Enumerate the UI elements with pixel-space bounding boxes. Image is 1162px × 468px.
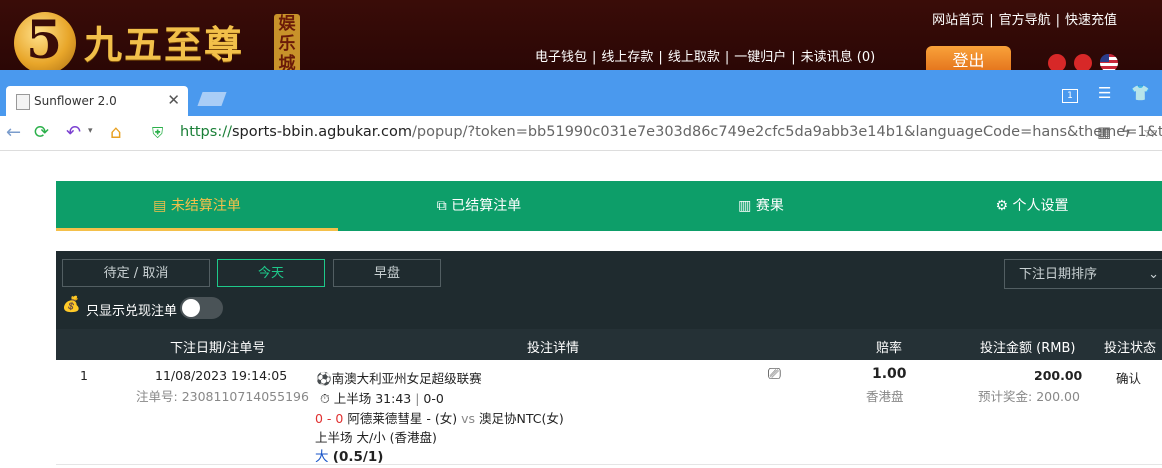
row-index: 1 — [80, 368, 88, 383]
brand-tag: 娱乐城 — [274, 14, 300, 70]
menu-icon[interactable]: ☰ — [1098, 84, 1111, 102]
live-stream-icon[interactable]: ⎚ — [768, 364, 781, 384]
hk-flag-icon[interactable] — [1048, 54, 1066, 70]
window-count-icon[interactable]: 1 — [1062, 84, 1078, 103]
brand-logo-icon: 5 — [14, 10, 76, 70]
link-wallet[interactable]: 电子钱包 — [535, 50, 587, 65]
table-row[interactable]: 1 11/08/2023 19:14:05 注单号: 2308110714055… — [56, 360, 1162, 465]
link-deposit[interactable]: 线上存款 — [601, 50, 653, 65]
qr-code-icon[interactable]: ▦ — [1097, 123, 1111, 141]
site-header: 5 九五至尊 娱乐城 网站首页 | 官方导航 | 快速充值 电子钱包 | 线上存款 | 线上取款… — [0, 0, 1162, 70]
match-clock: ⏱ 上半场 31:43 | 0-0 — [320, 391, 444, 406]
table-header: 下注日期/注单号 投注详情 赔率 投注金额 (RMB) 投注状态 — [56, 329, 1162, 360]
tab-results[interactable]: ▥ 赛果 — [620, 181, 902, 231]
bet-selection: 大 (0.5/1) — [315, 449, 384, 465]
col-status: 投注状态 — [1104, 341, 1157, 356]
bet-number: 注单号: 2308110714055196 — [136, 389, 309, 404]
link-official-nav[interactable]: 官方导航 — [999, 13, 1051, 28]
brand-name: 九五至尊 — [84, 22, 245, 67]
odds-value: 1.00 — [872, 366, 907, 382]
market-name: 上半场 大/小 (香港盘) — [315, 430, 437, 445]
chevron-down-icon: ⌄ — [1148, 267, 1159, 282]
home-icon[interactable]: ⌂ — [110, 122, 121, 143]
sort-select[interactable]: 下注日期排序 ⌄ — [1004, 259, 1162, 289]
lightning-icon[interactable]: ϟ — [1121, 123, 1131, 141]
us-flag-icon[interactable] — [1100, 54, 1118, 70]
bet-amount: 200.00 — [1034, 368, 1083, 383]
tab-unsettled[interactable]: ▤ 未结算注单 — [56, 181, 338, 231]
link-quick-deposit[interactable]: 快速充值 — [1065, 13, 1117, 28]
star-icon[interactable]: ☆ — [1143, 123, 1156, 141]
logout-button[interactable]: 登出 — [926, 46, 1011, 70]
col-amount: 投注金额 (RMB) — [980, 341, 1076, 356]
soccer-ball-icon: ⚽ — [316, 371, 332, 386]
main-nav: ▤ 未结算注单 ⧉ 已结算注单 ▥ 赛果 ⚙ 个人设置 — [56, 181, 1162, 231]
sort-label: 下注日期排序 — [1019, 267, 1098, 282]
back-icon[interactable]: ← — [6, 122, 21, 143]
match-teams: 0 - 0 阿德莱德彗星 - (女) vs 澳足协NTC(女) — [315, 411, 564, 426]
new-tab-button[interactable] — [197, 92, 227, 106]
tab-settled[interactable]: ⧉ 已结算注单 — [338, 181, 620, 231]
address-bar: ← ⟳ ↶ ▾ ⌂ ⛨ https://sports-bbin.agbukar.… — [0, 116, 1162, 151]
money-bag-icon: 💰 — [62, 295, 81, 313]
copy-icon: ⧉ — [436, 198, 447, 214]
cashout-toggle-label: 只显示兑现注单 — [86, 304, 178, 319]
filter-toolbar: 待定 / 取消 今天 早盘 下注日期排序 ⌄ 💰 只显示兑现注单 — [56, 251, 1162, 340]
bet-status: 确认 — [1116, 371, 1142, 386]
toggle-knob — [182, 299, 200, 317]
estimated-payout: 预计奖金: 200.00 — [978, 389, 1080, 404]
account-links: 电子钱包 | 线上存款 | 线上取款 | 一键归户 | 未读讯息 (0) — [535, 50, 876, 65]
gear-icon: ⚙ — [995, 198, 1009, 214]
bet-record-page: ▤ 未结算注单 ⧉ 已结算注单 ▥ 赛果 ⚙ 个人设置 待定 / 取消 今天 早… — [0, 151, 1162, 468]
undo-icon[interactable]: ↶ — [66, 122, 81, 143]
browser-tab-strip: Sunflower 2.0 ✕ 1 ☰ 👕 — [0, 70, 1162, 116]
tab-settings[interactable]: ⚙ 个人设置 — [902, 181, 1162, 231]
close-icon[interactable]: ✕ — [167, 91, 180, 109]
stopwatch-icon: ⏱ — [320, 391, 330, 406]
tab-title: Sunflower 2.0 — [34, 94, 117, 108]
url-field[interactable]: https://sports-bbin.agbukar.com/popup/?t… — [180, 124, 1162, 140]
secure-shield-icon[interactable]: ⛨ — [152, 124, 163, 142]
filter-pending-button[interactable]: 待定 / 取消 — [62, 259, 210, 287]
link-messages[interactable]: 未读讯息 (0) — [801, 50, 876, 65]
bet-date: 11/08/2023 19:14:05 — [155, 368, 288, 383]
filter-early-button[interactable]: 早盘 — [333, 259, 441, 287]
reload-icon[interactable]: ⟳ — [34, 122, 49, 143]
filter-today-button[interactable]: 今天 — [217, 259, 325, 287]
top-links: 网站首页 | 官方导航 | 快速充值 — [932, 13, 1117, 28]
league-name: ⚽南澳大利亚州女足超级联赛 — [316, 371, 482, 386]
col-detail: 投注详情 — [527, 341, 580, 356]
document-icon: ▤ — [153, 198, 167, 214]
scoreboard-icon: ▥ — [738, 198, 752, 214]
col-odds: 赔率 — [876, 341, 903, 356]
col-date: 下注日期/注单号 — [170, 341, 266, 356]
chevron-down-icon[interactable]: ▾ — [88, 126, 93, 136]
link-consolidate[interactable]: 一键归户 — [734, 50, 786, 65]
page-icon — [16, 94, 30, 110]
link-withdraw[interactable]: 线上取款 — [668, 50, 720, 65]
cashout-toggle[interactable] — [180, 297, 223, 319]
link-home[interactable]: 网站首页 — [932, 13, 984, 28]
odds-type: 香港盘 — [866, 389, 904, 404]
browser-tab[interactable]: Sunflower 2.0 ✕ — [6, 86, 188, 116]
cn-flag-icon[interactable] — [1074, 54, 1092, 70]
skin-icon[interactable]: 👕 — [1131, 84, 1150, 102]
